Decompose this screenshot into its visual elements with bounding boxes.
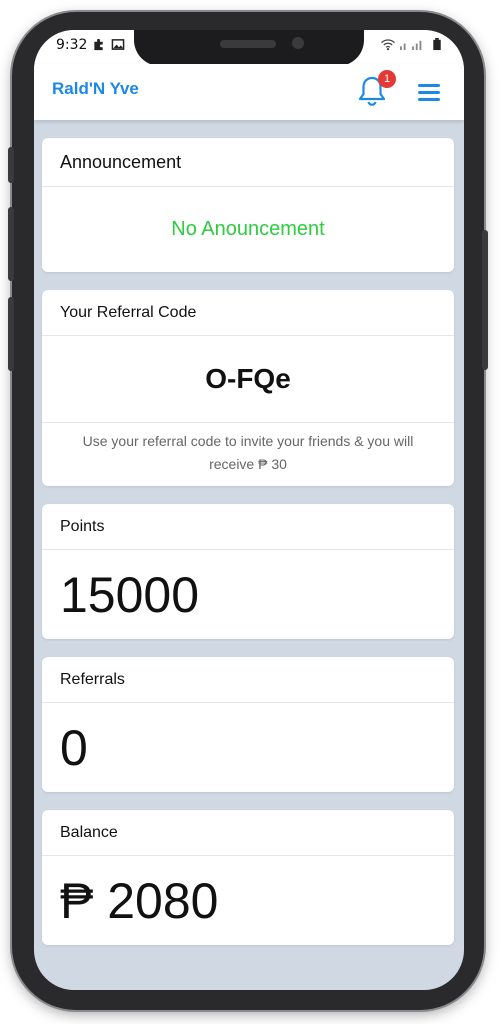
- points-card: Points 15000: [42, 504, 454, 639]
- side-button-volume-up: [8, 207, 14, 281]
- hamburger-menu-icon[interactable]: [416, 78, 444, 106]
- wifi-icon: [381, 39, 395, 51]
- balance-title: Balance: [42, 810, 454, 856]
- referral-code-card: Your Referral Code O-FQe Use your referr…: [42, 290, 454, 486]
- side-button-power: [482, 230, 488, 370]
- side-button-top: [8, 147, 14, 183]
- referrals-value: 0: [60, 719, 88, 776]
- image-icon: [111, 39, 125, 50]
- signal-icon: [400, 40, 422, 51]
- referral-info-line-2: receive ₱ 30: [209, 456, 287, 472]
- referral-code-title: Your Referral Code: [42, 290, 454, 336]
- puzzle-icon: [94, 38, 103, 51]
- battery-icon: [433, 38, 441, 51]
- camera-notch: [134, 30, 364, 66]
- dashboard-content: Announcement No Anouncement Your Referra…: [42, 138, 454, 963]
- side-button-volume-down: [8, 297, 14, 371]
- status-bar: 9:32: [34, 30, 464, 66]
- app-header: Rald'N Yve 1: [34, 64, 464, 120]
- referral-info: Use your referral code to invite your fr…: [42, 423, 454, 486]
- speaker-grille: [220, 40, 276, 48]
- app-title: Rald'N Yve: [52, 79, 139, 98]
- announcement-message: No Anouncement: [171, 218, 325, 240]
- announcement-title: Announcement: [42, 138, 454, 187]
- referrals-title: Referrals: [42, 657, 454, 703]
- referrals-card: Referrals 0: [42, 657, 454, 792]
- points-title: Points: [42, 504, 454, 550]
- status-time: 9:32: [56, 37, 88, 53]
- referral-code-value[interactable]: O-FQe: [42, 336, 454, 423]
- points-value: 15000: [60, 566, 200, 623]
- front-camera: [292, 37, 304, 49]
- announcement-card: Announcement No Anouncement: [42, 138, 454, 272]
- balance-card: Balance ₱ 2080: [42, 810, 454, 945]
- phone-screen: 9:32 Rald'N Yve 1 Announcement No Anounc…: [34, 30, 464, 990]
- notification-badge: 1: [378, 70, 396, 88]
- referral-info-line-1: Use your referral code to invite your fr…: [82, 433, 414, 449]
- balance-value: ₱ 2080: [60, 872, 219, 929]
